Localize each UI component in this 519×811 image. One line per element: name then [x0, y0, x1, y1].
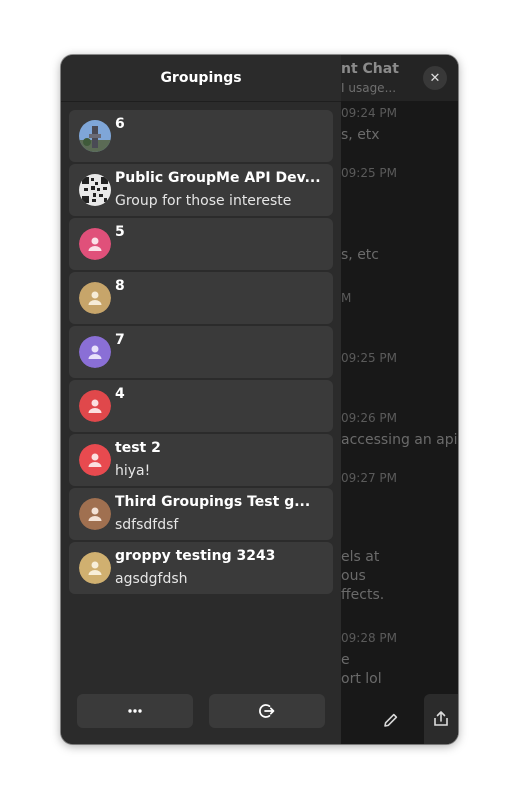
share-button[interactable]	[424, 694, 458, 744]
group-description: Group for those intereste	[115, 193, 292, 209]
group-last-message: sdfsdfdsf	[115, 517, 179, 533]
message-time: M	[341, 291, 352, 305]
group-name: test 2	[115, 440, 161, 456]
more-button[interactable]	[77, 694, 193, 728]
group-name: 7	[115, 332, 125, 348]
message-time: 09:25 PM	[341, 351, 397, 365]
message-time: 09:25 PM	[341, 166, 397, 180]
pencil-icon	[384, 713, 398, 727]
group-list: 6 Public GroupMe API Dev... Group for th…	[69, 110, 333, 596]
group-item[interactable]: 7	[69, 326, 333, 378]
chat-title: nt Chat	[341, 61, 399, 77]
person-avatar	[79, 390, 111, 422]
group-name: 6	[115, 116, 125, 132]
group-item[interactable]: 8	[69, 272, 333, 324]
logout-icon	[259, 704, 275, 718]
person-avatar	[79, 552, 111, 584]
group-item[interactable]: 5	[69, 218, 333, 270]
groupings-sidebar: Groupings 6 Public GroupMe API Dev... Gr…	[61, 55, 341, 744]
group-name: Public GroupMe API Dev...	[115, 170, 321, 186]
chat-subtitle: I usage...	[341, 81, 397, 95]
message-text: s, etx	[341, 127, 380, 143]
close-button[interactable]: ✕	[423, 66, 447, 90]
edit-button[interactable]	[381, 710, 401, 730]
logout-button[interactable]	[209, 694, 325, 728]
group-name: 8	[115, 278, 125, 294]
message-time: 09:28 PM	[341, 631, 397, 645]
group-last-message: hiya!	[115, 463, 151, 479]
message-time: 09:24 PM	[341, 106, 397, 120]
message-text: e	[341, 652, 350, 668]
close-icon: ✕	[429, 70, 441, 86]
group-item[interactable]: groppy testing 3243 agsdgfdsh	[69, 542, 333, 594]
share-icon	[434, 711, 448, 726]
group-item[interactable]: Third Groupings Test g... sdfsdfdsf	[69, 488, 333, 540]
group-photo-avatar	[79, 120, 111, 152]
group-name: 5	[115, 224, 125, 240]
message-text: ort lol	[341, 671, 382, 687]
person-avatar	[79, 444, 111, 476]
message-time: 09:26 PM	[341, 411, 397, 425]
message-text: els at	[341, 549, 380, 565]
message-text: accessing an api	[341, 432, 458, 448]
group-item[interactable]: 6	[69, 110, 333, 162]
message-text: ous	[341, 568, 366, 584]
sidebar-title: Groupings	[61, 55, 341, 102]
group-item[interactable]: Public GroupMe API Dev... Group for thos…	[69, 164, 333, 216]
person-avatar	[79, 282, 111, 314]
group-name: Third Groupings Test g...	[115, 494, 311, 510]
message-text: ffects.	[341, 587, 385, 603]
group-name: 4	[115, 386, 125, 402]
group-name: groppy testing 3243	[115, 548, 276, 564]
person-avatar	[79, 336, 111, 368]
group-item[interactable]: test 2 hiya!	[69, 434, 333, 486]
message-text: s, etc	[341, 247, 379, 263]
more-horizontal-icon	[128, 709, 142, 713]
group-item[interactable]: 4	[69, 380, 333, 432]
app-window: nt Chat I usage... ✕ 09:24 PM s, etx 09:…	[61, 55, 458, 744]
message-time: 09:27 PM	[341, 471, 397, 485]
person-avatar	[79, 228, 111, 260]
person-avatar	[79, 498, 111, 530]
group-last-message: agsdgfdsh	[115, 571, 188, 587]
group-qr-avatar	[79, 174, 111, 206]
